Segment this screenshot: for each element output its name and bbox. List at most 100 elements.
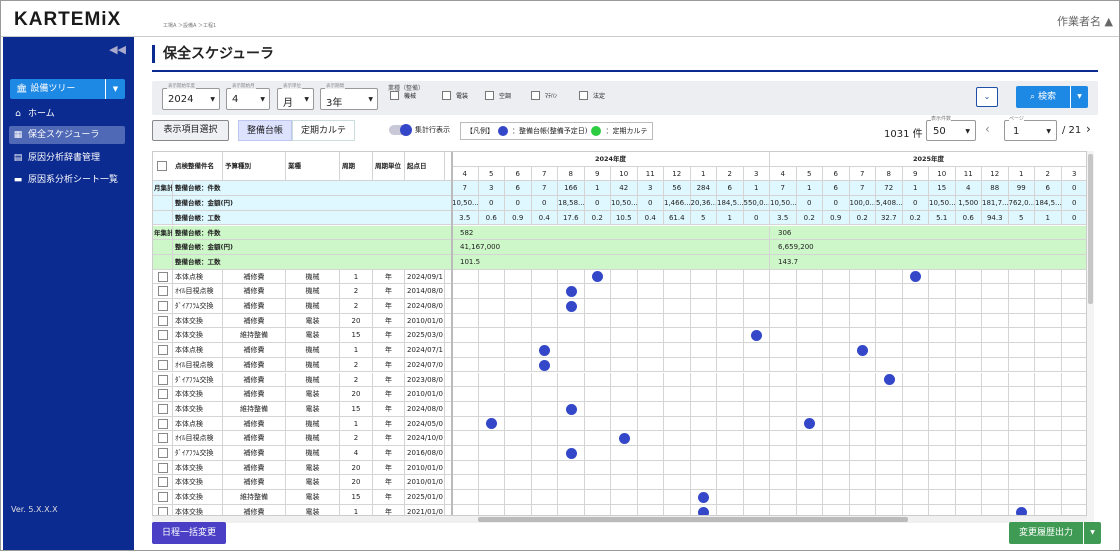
schedule-cell[interactable]: [452, 372, 479, 388]
schedule-cell[interactable]: [823, 372, 850, 388]
schedule-cell[interactable]: [1061, 387, 1086, 402]
schedule-cell[interactable]: [505, 387, 532, 402]
schedule-cell[interactable]: [690, 357, 717, 373]
schedule-cell[interactable]: [478, 431, 505, 446]
schedule-cell[interactable]: [505, 460, 532, 476]
schedule-cell[interactable]: [743, 460, 770, 476]
schedule-cell[interactable]: [902, 460, 929, 476]
display-period-select[interactable]: 表示期間 3年 ▼: [320, 83, 378, 110]
schedule-cell[interactable]: [770, 460, 797, 476]
checkbox-box[interactable]: [485, 91, 494, 100]
schedule-cell[interactable]: [796, 357, 823, 373]
display-unit-select[interactable]: 表示単位月 ▼: [277, 83, 314, 110]
schedule-cell[interactable]: [664, 490, 691, 505]
schedule-cell[interactable]: [1062, 505, 1087, 515]
schedule-cell[interactable]: [770, 284, 797, 299]
schedule-cell[interactable]: [531, 431, 558, 446]
schedule-cell[interactable]: [505, 357, 532, 373]
schedule-cell[interactable]: [584, 357, 611, 373]
schedule-cell[interactable]: [796, 475, 823, 491]
schedule-cell[interactable]: [558, 504, 585, 515]
schedule-cell[interactable]: [1035, 401, 1062, 417]
schedule-cell[interactable]: [770, 431, 797, 446]
schedule-cell[interactable]: [1061, 461, 1086, 476]
schedule-cell[interactable]: [452, 490, 479, 505]
schedule-cell[interactable]: [611, 299, 638, 314]
schedule-cell[interactable]: [637, 269, 664, 285]
schedule-cell[interactable]: [955, 372, 982, 388]
schedule-cell[interactable]: [611, 416, 638, 432]
schedule-cell[interactable]: [823, 490, 850, 505]
schedule-cell[interactable]: [717, 372, 744, 388]
schedule-cell[interactable]: [823, 284, 850, 299]
scheduled-maintenance-dot[interactable]: [1016, 506, 1028, 515]
schedule-cell[interactable]: [902, 299, 929, 314]
schedule-cell[interactable]: [558, 475, 585, 491]
schedule-cell[interactable]: [1061, 475, 1086, 491]
select-display-items-button[interactable]: 表示項目選択: [152, 120, 229, 141]
schedule-cell[interactable]: [717, 357, 744, 373]
schedule-cell[interactable]: [876, 504, 903, 515]
schedule-cell[interactable]: [664, 460, 691, 476]
schedule-cell[interactable]: [743, 416, 770, 432]
schedule-cell[interactable]: [929, 313, 956, 329]
schedule-cell[interactable]: [1035, 357, 1062, 373]
schedule-cell[interactable]: [849, 313, 876, 329]
schedule-cell[interactable]: [558, 460, 585, 476]
schedule-cell[interactable]: [1061, 490, 1086, 505]
schedule-cell[interactable]: [743, 299, 770, 314]
schedule-cell[interactable]: [902, 401, 929, 417]
checkbox-box[interactable]: [579, 91, 588, 100]
schedule-cell[interactable]: [690, 284, 717, 299]
schedule-cell[interactable]: [876, 490, 903, 505]
schedule-cell[interactable]: [955, 401, 982, 417]
schedule-cell[interactable]: [531, 446, 558, 461]
schedule-cell[interactable]: [664, 313, 691, 329]
schedule-cell[interactable]: [902, 372, 929, 388]
schedule-cell[interactable]: [1008, 446, 1035, 461]
schedule-cell[interactable]: [876, 299, 903, 314]
schedule-cell[interactable]: [929, 284, 956, 299]
schedule-cell[interactable]: [611, 401, 638, 417]
schedule-cell[interactable]: [1035, 475, 1062, 491]
schedule-cell[interactable]: [1061, 431, 1086, 446]
schedule-cell[interactable]: [452, 460, 479, 476]
schedule-cell[interactable]: [532, 504, 558, 515]
schedule-cell[interactable]: [690, 269, 717, 285]
schedule-cell[interactable]: [955, 357, 982, 373]
schedule-cell[interactable]: [982, 343, 1009, 358]
schedule-cell[interactable]: [558, 269, 585, 285]
collapse-sidebar-icon[interactable]: ◀◀: [109, 43, 126, 56]
schedule-cell[interactable]: [1035, 328, 1062, 344]
schedule-cell[interactable]: [1061, 270, 1086, 285]
schedule-cell[interactable]: [982, 460, 1009, 476]
schedule-cell[interactable]: [743, 313, 770, 329]
schedule-cell[interactable]: [664, 343, 691, 358]
schedule-cell[interactable]: [1035, 387, 1062, 402]
schedule-cell[interactable]: [452, 299, 479, 314]
schedule-cell[interactable]: [584, 431, 611, 446]
schedule-cell[interactable]: [849, 269, 876, 285]
schedule-cell[interactable]: [584, 328, 611, 344]
schedule-cell[interactable]: [797, 504, 823, 515]
schedule-cell[interactable]: [1061, 328, 1086, 344]
schedule-cell[interactable]: [452, 416, 479, 432]
schedule-cell[interactable]: [505, 299, 532, 314]
schedule-cell[interactable]: [743, 401, 770, 417]
schedule-cell[interactable]: [584, 299, 611, 314]
schedule-cell[interactable]: [823, 343, 850, 358]
schedule-cell[interactable]: [876, 328, 903, 344]
schedule-cell[interactable]: [690, 299, 717, 314]
schedule-cell[interactable]: [505, 490, 532, 505]
schedule-cell[interactable]: [796, 446, 823, 461]
schedule-cell[interactable]: [531, 269, 558, 285]
schedule-cell[interactable]: [1061, 343, 1086, 358]
schedule-cell[interactable]: [955, 431, 982, 446]
schedule-cell[interactable]: [664, 387, 691, 402]
schedule-cell[interactable]: [1035, 372, 1062, 388]
schedule-cell[interactable]: [558, 490, 585, 505]
schedule-cell[interactable]: [478, 446, 505, 461]
schedule-cell[interactable]: [478, 460, 505, 476]
schedule-cell[interactable]: [770, 475, 797, 491]
schedule-cell[interactable]: [637, 446, 664, 461]
